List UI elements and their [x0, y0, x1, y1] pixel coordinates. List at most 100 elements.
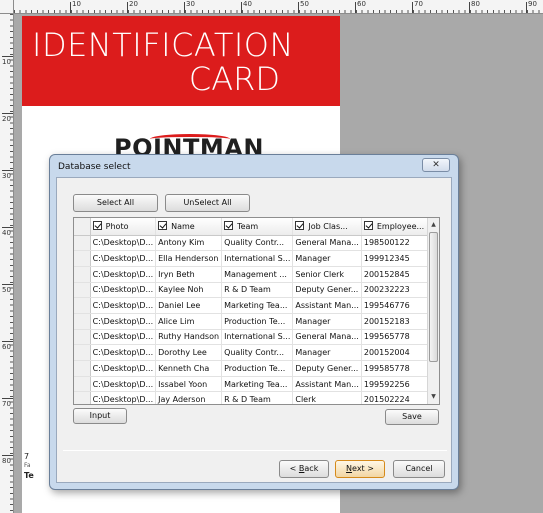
- checkbox-checked-icon[interactable]: [363, 221, 373, 231]
- database-grid[interactable]: Photo Name Team Job Clas... Employee... …: [73, 217, 440, 405]
- cell-team[interactable]: Marketing Tea...: [221, 376, 294, 393]
- table-row[interactable]: C:\Desktop\D... Dorothy Lee Quality Contr.…: [74, 344, 439, 361]
- card-partial-text: Fa: [24, 462, 31, 469]
- cell-team[interactable]: Production Te...: [221, 313, 294, 330]
- cell-job-class[interactable]: Assistant Man...: [292, 376, 362, 393]
- table-row[interactable]: C:\Desktop\D... Daniel Lee Marketing Tea..…: [74, 297, 439, 314]
- table-row[interactable]: C:\Desktop\D... Antony Kim Quality Contr..…: [74, 235, 439, 252]
- cell-photo-path[interactable]: C:\Desktop\D...: [90, 313, 157, 330]
- ruler-major-tick: [2, 170, 13, 171]
- cell-job-class[interactable]: Assistant Man...: [292, 297, 362, 314]
- table-row[interactable]: C:\Desktop\D... Iryn Beth Management ... Se…: [74, 266, 439, 283]
- header-row: Photo Name Team Job Clas... Employee...: [74, 218, 439, 236]
- cell-photo-path[interactable]: C:\Desktop\D...: [90, 266, 157, 283]
- ruler-major-tick: [184, 2, 185, 13]
- cell-team[interactable]: Quality Contr...: [221, 235, 294, 252]
- row-header[interactable]: [74, 329, 91, 346]
- cell-name[interactable]: Kenneth Cha: [155, 360, 223, 377]
- cell-name[interactable]: Issabel Yoon: [155, 376, 223, 393]
- row-header[interactable]: [74, 313, 91, 330]
- scrollbar-thumb[interactable]: [429, 232, 438, 362]
- cell-job-class[interactable]: Manager: [292, 313, 362, 330]
- cell-name[interactable]: Antony Kim: [155, 235, 223, 252]
- row-header[interactable]: [74, 297, 91, 314]
- cell-team[interactable]: International S...: [221, 250, 294, 267]
- row-header[interactable]: [74, 344, 91, 361]
- cell-photo-path[interactable]: C:\Desktop\D...: [90, 235, 157, 252]
- row-header[interactable]: [74, 282, 91, 299]
- table-row[interactable]: C:\Desktop\D... Ruthy Handson Internationa…: [74, 329, 439, 346]
- cell-name[interactable]: Dorothy Lee: [155, 344, 223, 361]
- cell-name[interactable]: Kaylee Noh: [155, 282, 223, 299]
- cell-photo-path[interactable]: C:\Desktop\D...: [90, 250, 157, 267]
- cell-photo-path[interactable]: C:\Desktop\D...: [90, 344, 157, 361]
- cell-job-class[interactable]: Deputy Gener...: [292, 360, 362, 377]
- row-header[interactable]: [74, 360, 91, 377]
- close-button[interactable]: ✕: [422, 158, 450, 172]
- cell-photo-path[interactable]: C:\Desktop\D...: [90, 391, 157, 404]
- save-button[interactable]: Save: [385, 409, 439, 425]
- checkbox-checked-icon[interactable]: [224, 221, 234, 231]
- row-header[interactable]: [74, 266, 91, 283]
- cell-team[interactable]: Quality Contr...: [221, 344, 294, 361]
- cell-photo-path[interactable]: C:\Desktop\D...: [90, 329, 157, 346]
- cell-name[interactable]: Alice Lim: [155, 313, 223, 330]
- table-row[interactable]: C:\Desktop\D... Ella Henderson Internation…: [74, 250, 439, 267]
- cell-team[interactable]: R & D Team: [221, 282, 294, 299]
- cancel-button[interactable]: Cancel: [393, 460, 445, 478]
- back-label-rest: ack: [304, 464, 319, 473]
- ruler-label: 40: [2, 229, 11, 237]
- scroll-down-arrow-icon[interactable]: ▼: [428, 391, 439, 403]
- table-row[interactable]: C:\Desktop\D... Alice Lim Production Te...…: [74, 313, 439, 330]
- database-select-dialog[interactable]: Database select ✕ Select All UnSelect Al…: [49, 154, 459, 490]
- cell-job-class[interactable]: Manager: [292, 344, 362, 361]
- cell-name[interactable]: Jay Aderson: [155, 391, 223, 404]
- cell-name[interactable]: Ruthy Handson: [155, 329, 223, 346]
- ruler-major-tick: [2, 227, 13, 228]
- ruler-major-tick: [2, 284, 13, 285]
- column-header-photo[interactable]: Photo: [90, 218, 157, 236]
- ruler-label: 50: [300, 0, 309, 8]
- cell-photo-path[interactable]: C:\Desktop\D...: [90, 282, 157, 299]
- back-button[interactable]: < Back: [279, 460, 329, 478]
- cell-team[interactable]: R & D Team: [221, 391, 294, 404]
- cell-job-class[interactable]: Senior Clerk: [292, 266, 362, 283]
- row-header[interactable]: [74, 376, 91, 393]
- row-header[interactable]: [74, 235, 91, 252]
- vertical-ruler[interactable]: 10 20 30 40 50 60 70 80: [0, 14, 14, 513]
- column-header-job-class[interactable]: Job Clas...: [292, 218, 362, 236]
- cell-job-class[interactable]: Deputy Gener...: [292, 282, 362, 299]
- column-header-name[interactable]: Name: [155, 218, 223, 236]
- cell-team[interactable]: Production Te...: [221, 360, 294, 377]
- table-row[interactable]: C:\Desktop\D... Kenneth Cha Production Te.…: [74, 360, 439, 377]
- checkbox-checked-icon[interactable]: [295, 221, 305, 231]
- cell-photo-path[interactable]: C:\Desktop\D...: [90, 297, 157, 314]
- cell-team[interactable]: Management ...: [221, 266, 294, 283]
- checkbox-checked-icon[interactable]: [158, 221, 168, 231]
- cell-job-class[interactable]: General Mana...: [292, 235, 362, 252]
- cell-name[interactable]: Iryn Beth: [155, 266, 223, 283]
- next-button[interactable]: Next >: [335, 460, 385, 478]
- input-button[interactable]: Input: [73, 408, 127, 424]
- cell-job-class[interactable]: Manager: [292, 250, 362, 267]
- row-header[interactable]: [74, 391, 91, 404]
- select-all-button[interactable]: Select All: [73, 194, 158, 212]
- table-row[interactable]: C:\Desktop\D... Kaylee Noh R & D Team Deput…: [74, 282, 439, 299]
- horizontal-ruler[interactable]: 10 20 30 40 50 60 70 80 90: [0, 0, 543, 14]
- vertical-scrollbar[interactable]: ▲ ▼: [427, 218, 439, 404]
- checkbox-checked-icon[interactable]: [92, 221, 102, 231]
- cell-team[interactable]: International S...: [221, 329, 294, 346]
- row-header[interactable]: [74, 250, 91, 267]
- column-header-team[interactable]: Team: [221, 218, 294, 236]
- cell-name[interactable]: Daniel Lee: [155, 297, 223, 314]
- scroll-up-arrow-icon[interactable]: ▲: [428, 219, 439, 231]
- cell-name[interactable]: Ella Henderson: [155, 250, 223, 267]
- cell-photo-path[interactable]: C:\Desktop\D...: [90, 360, 157, 377]
- unselect-all-button[interactable]: UnSelect All: [165, 194, 250, 212]
- table-row[interactable]: C:\Desktop\D... Issabel Yoon Marketing Tea…: [74, 376, 439, 393]
- cell-job-class[interactable]: General Mana...: [292, 329, 362, 346]
- table-row[interactable]: C:\Desktop\D... Jay Aderson R & D Team Cler…: [74, 391, 439, 404]
- cell-team[interactable]: Marketing Tea...: [221, 297, 294, 314]
- cell-photo-path[interactable]: C:\Desktop\D...: [90, 376, 157, 393]
- cell-job-class[interactable]: Clerk: [292, 391, 362, 404]
